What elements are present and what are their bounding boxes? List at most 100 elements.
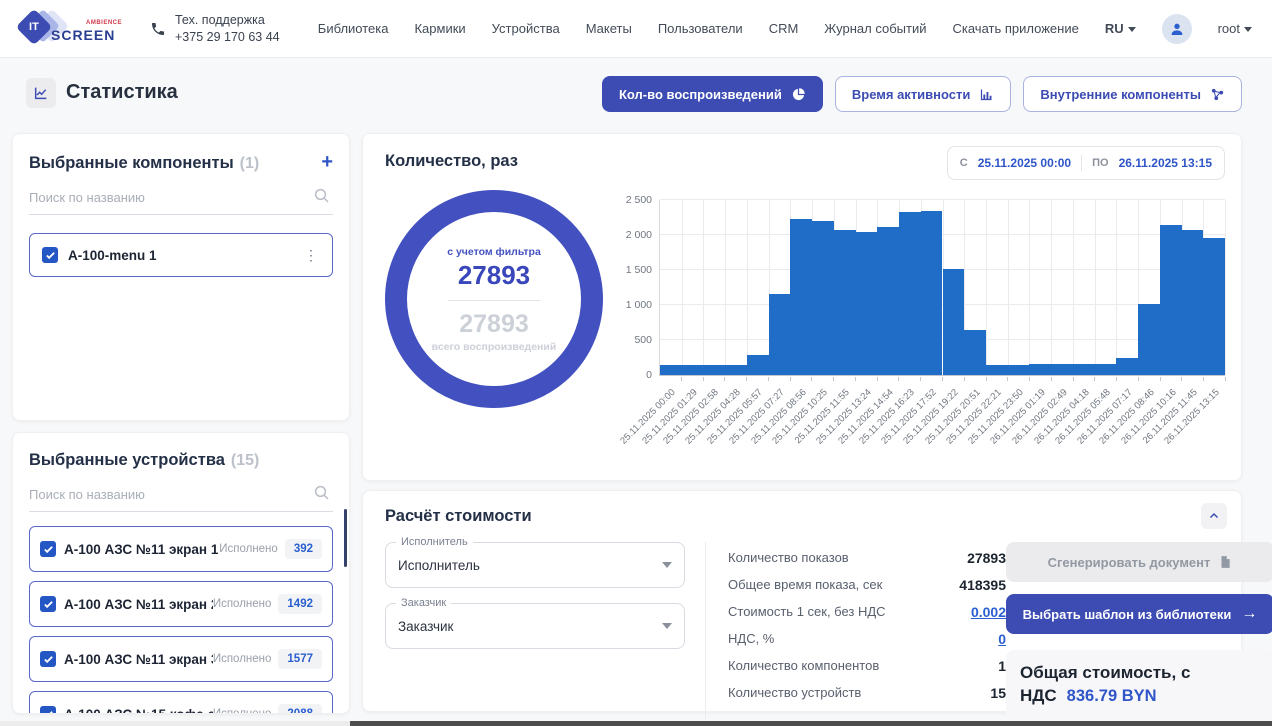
chevron-down-icon — [662, 562, 672, 568]
y-axis-label: 1 000 — [598, 299, 652, 311]
main-nav: Библиотека Кармики Устройства Макеты Пол… — [318, 14, 1252, 44]
playback-chart-panel: Количество, раз С 25.11.2025 00:00 ПО 26… — [362, 133, 1242, 481]
person-icon — [1169, 21, 1185, 37]
x-axis-tick — [703, 377, 704, 381]
choose-template-button[interactable]: Выбрать шаблон из библиотеки → — [1006, 594, 1272, 634]
nav-item-crm[interactable]: CRM — [769, 21, 799, 36]
support-phone[interactable]: +375 29 170 63 44 — [175, 29, 280, 46]
add-component-button[interactable]: + — [321, 152, 333, 172]
bar[interactable] — [1203, 238, 1225, 375]
nav-item-event-log[interactable]: Журнал событий — [824, 21, 926, 36]
bar[interactable] — [943, 269, 965, 375]
bar[interactable] — [1008, 365, 1030, 376]
generate-document-button[interactable]: Сгенерировать документ — [1006, 542, 1272, 582]
top-bar: IT SCREEN AMBIENCE Тех. поддержка +375 2… — [0, 0, 1272, 58]
horizontal-scrollbar-track[interactable] — [0, 721, 1272, 726]
device-list-item[interactable]: А-100 АЗС №11 экран 3 Исполнено1577 — [29, 636, 333, 682]
stat-label: Количество показов — [728, 550, 849, 565]
search-icon[interactable] — [313, 484, 331, 502]
nav-item-devices[interactable]: Устройства — [492, 21, 560, 36]
bar[interactable] — [856, 232, 878, 376]
nav-item-layouts[interactable]: Макеты — [586, 21, 632, 36]
device-checkbox[interactable] — [40, 706, 56, 714]
bar[interactable] — [1182, 230, 1204, 375]
date-from-value[interactable]: 25.11.2025 00:00 — [978, 156, 1071, 170]
bar-plot: 05001 0001 5002 0002 500 — [659, 200, 1225, 376]
activity-time-label: Время активности — [852, 87, 971, 102]
bar[interactable] — [790, 219, 812, 375]
bar[interactable] — [660, 365, 682, 376]
component-checkbox[interactable] — [42, 247, 58, 263]
bar[interactable] — [986, 365, 1008, 376]
y-axis-label: 1 500 — [598, 264, 652, 276]
bar[interactable] — [747, 355, 769, 375]
stat-label: Общее время показа, сек — [728, 577, 882, 592]
bar[interactable] — [812, 221, 834, 375]
gridline — [1029, 200, 1030, 375]
device-list-scrollbar[interactable] — [344, 509, 347, 567]
user-avatar[interactable] — [1162, 14, 1192, 44]
bar[interactable] — [834, 230, 856, 375]
bar[interactable] — [682, 365, 704, 376]
bar[interactable] — [725, 365, 747, 376]
kebab-menu-icon[interactable]: ⋮ — [302, 247, 320, 264]
customer-select[interactable]: Заказчик Заказчик — [385, 603, 685, 649]
component-list-item[interactable]: A-100-menu 1 ⋮ — [29, 233, 333, 277]
bar[interactable] — [1095, 364, 1117, 375]
device-list-item[interactable]: А-100 АЗС №11 экран 2 Исполнено1492 — [29, 581, 333, 627]
pie-chart-icon — [791, 87, 806, 102]
chevron-down-icon — [662, 623, 672, 629]
vat-link[interactable]: 0 — [998, 631, 1006, 647]
date-to-value[interactable]: 26.11.2025 13:15 — [1119, 156, 1212, 170]
language-selector[interactable]: RU — [1105, 21, 1136, 36]
collapse-panel-button[interactable] — [1201, 503, 1227, 529]
device-list-item[interactable]: А-100 АЗС №11 экран 1 Исполнено392 — [29, 526, 333, 572]
nav-item-library[interactable]: Библиотека — [318, 21, 389, 36]
bar[interactable] — [899, 212, 921, 375]
devices-search — [29, 486, 333, 512]
executor-select[interactable]: Исполнитель Исполнитель — [385, 542, 685, 588]
price-per-second-link[interactable]: 0.002 — [971, 604, 1006, 620]
stat-value: 418395 — [959, 577, 1006, 593]
bar[interactable] — [1051, 364, 1073, 375]
bar[interactable] — [1116, 358, 1138, 376]
date-range-picker[interactable]: С 25.11.2025 00:00 ПО 26.11.2025 13:15 — [947, 146, 1225, 180]
playback-count-button[interactable]: Кол-во воспроизведений — [602, 76, 823, 112]
search-icon[interactable] — [313, 187, 331, 205]
arrow-right-icon: → — [1241, 606, 1257, 622]
x-axis-tick — [1138, 377, 1139, 381]
devices-search-input[interactable] — [29, 487, 333, 502]
line-chart-icon — [33, 85, 49, 101]
app-logo[interactable]: IT SCREEN AMBIENCE — [18, 8, 126, 50]
bar[interactable] — [1160, 225, 1182, 376]
cost-panel-title: Расчёт стоимости — [385, 507, 1219, 526]
device-checkbox[interactable] — [40, 651, 56, 667]
device-name: А-100 АЗС №11 экран 1 — [64, 542, 218, 557]
user-menu[interactable]: root — [1218, 21, 1252, 36]
bar[interactable] — [769, 294, 791, 375]
y-axis-label: 2 500 — [598, 194, 652, 206]
gridline — [1116, 200, 1117, 375]
device-checkbox[interactable] — [40, 596, 56, 612]
nav-item-download-app[interactable]: Скачать приложение — [953, 21, 1079, 36]
bar[interactable] — [1029, 364, 1051, 375]
component-name: A-100-menu 1 — [68, 248, 157, 263]
horizontal-scrollbar-thumb[interactable] — [350, 721, 1272, 726]
device-list: А-100 АЗС №11 экран 1 Исполнено392 А-100… — [29, 526, 333, 714]
device-list-item[interactable]: А-100 АЗС №15 кофе-зона Исполнено2088 — [29, 691, 333, 714]
x-axis-labels: 25.11.2025 00:0025.11.2025 01:2925.11.20… — [659, 377, 1225, 469]
bar[interactable] — [877, 227, 899, 375]
bar[interactable] — [703, 365, 725, 376]
internal-components-button[interactable]: Внутренние компоненты — [1023, 76, 1242, 112]
bar[interactable] — [1138, 304, 1160, 375]
nav-item-karmiki[interactable]: Кармики — [414, 21, 465, 36]
bar[interactable] — [921, 211, 943, 376]
nav-item-users[interactable]: Пользователи — [658, 21, 743, 36]
bar[interactable] — [1073, 364, 1095, 375]
cost-filters: Исполнитель Исполнитель Заказчик Заказчи… — [385, 542, 685, 720]
x-axis-tick — [1094, 377, 1095, 381]
bar[interactable] — [964, 330, 986, 375]
components-search-input[interactable] — [29, 190, 333, 205]
activity-time-button[interactable]: Время активности — [835, 76, 1012, 112]
device-checkbox[interactable] — [40, 541, 56, 557]
